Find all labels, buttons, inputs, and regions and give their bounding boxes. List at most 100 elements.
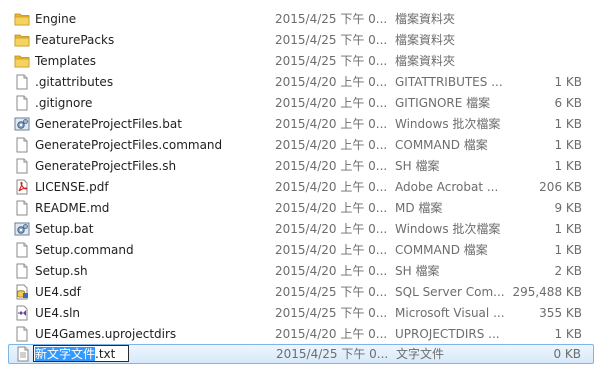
- file-name: Setup.sh: [35, 264, 88, 278]
- file-name: Engine: [35, 12, 77, 26]
- document-icon: [14, 158, 30, 174]
- file-type: Windows 批次檔案: [395, 222, 501, 236]
- file-row[interactable]: Engine 2015/4/25 下午 0... 檔案資料夾: [8, 9, 594, 29]
- file-row[interactable]: Templates 2015/4/25 下午 0... 檔案資料夾: [8, 51, 594, 71]
- file-row[interactable]: README.md 2015/4/20 上午 0... MD 檔案 9 KB: [8, 198, 594, 218]
- folder-icon: [14, 32, 30, 48]
- rename-extension: .txt: [95, 347, 116, 361]
- file-size: 9 KB: [554, 201, 582, 215]
- file-row[interactable]: GenerateProjectFiles.command 2015/4/20 上午…: [8, 135, 594, 155]
- file-size: 1 KB: [554, 138, 582, 152]
- file-name: Templates: [35, 54, 97, 68]
- visual-studio-solution-icon: [14, 305, 30, 321]
- file-row[interactable]: UE4.sln 2015/4/25 下午 0... Microsoft Visual…: [8, 303, 594, 323]
- file-row[interactable]: LICENSE.pdf 2015/4/20 上午 0... Adobe Acroba…: [8, 177, 594, 197]
- file-size: 6 KB: [554, 96, 582, 110]
- file-date: 2015/4/20 上午 0...: [275, 96, 388, 110]
- file-type: MD 檔案: [395, 201, 443, 215]
- document-icon: [14, 263, 30, 279]
- file-date: 2015/4/25 下午 0...: [276, 347, 389, 361]
- file-size: 1 KB: [554, 159, 582, 173]
- file-size: 206 KB: [539, 180, 582, 194]
- file-name: GenerateProjectFiles.bat: [35, 117, 182, 131]
- rename-selected-text: 新文字文件: [35, 347, 96, 361]
- document-icon: [14, 137, 30, 153]
- rename-input[interactable]: 新文字文件.txt: [33, 345, 129, 362]
- file-type: GITIGNORE 檔案: [395, 96, 491, 110]
- file-size: 1 KB: [554, 327, 582, 341]
- file-type: SH 檔案: [395, 159, 440, 173]
- file-type: 文字文件: [396, 347, 445, 361]
- file-date: 2015/4/20 上午 0...: [275, 138, 388, 152]
- file-row[interactable]: .gitattributes 2015/4/20 上午 0... GITATTRIB…: [8, 72, 594, 92]
- file-type: SQL Server Com...: [395, 285, 505, 299]
- file-row[interactable]: FeaturePacks 2015/4/25 下午 0... 檔案資料夾: [8, 30, 594, 50]
- file-name: UE4.sdf: [35, 285, 81, 299]
- file-size: 1 KB: [554, 243, 582, 257]
- file-date: 2015/4/20 上午 0...: [275, 117, 388, 131]
- file-date: 2015/4/20 上午 0...: [275, 243, 388, 257]
- file-date: 2015/4/20 上午 0...: [275, 327, 388, 341]
- file-type: 檔案資料夾: [395, 12, 456, 26]
- database-file-icon: [14, 284, 30, 300]
- file-type: Microsoft Visual ...: [395, 306, 505, 320]
- file-size: 1 KB: [554, 117, 582, 131]
- file-date: 2015/4/20 上午 0...: [275, 159, 388, 173]
- file-list: Engine 2015/4/25 下午 0... 檔案資料夾 FeaturePacks…: [0, 0, 597, 378]
- file-date: 2015/4/20 上午 0...: [275, 75, 388, 89]
- file-date: 2015/4/20 上午 0...: [275, 222, 388, 236]
- text-file-icon: [15, 346, 31, 362]
- document-icon: [14, 200, 30, 216]
- file-date: 2015/4/20 上午 0...: [275, 264, 388, 278]
- file-type: SH 檔案: [395, 264, 440, 278]
- document-icon: [14, 242, 30, 258]
- file-name: Setup.command: [35, 243, 134, 257]
- pdf-icon: [14, 179, 30, 195]
- file-row[interactable]: Setup.sh 2015/4/20 上午 0... SH 檔案 2 KB: [8, 261, 594, 281]
- file-row[interactable]: .gitignore 2015/4/20 上午 0... GITIGNORE 檔案 6…: [8, 93, 594, 113]
- file-row[interactable]: UE4Games.uprojectdirs 2015/4/20 上午 0... UP…: [8, 324, 594, 344]
- file-name: .gitignore: [35, 96, 93, 110]
- file-name: .gitattributes: [35, 75, 114, 89]
- file-date: 2015/4/25 下午 0...: [275, 285, 388, 299]
- file-type: Adobe Acrobat ...: [395, 180, 499, 194]
- folder-icon: [14, 11, 30, 27]
- file-row[interactable]: GenerateProjectFiles.sh 2015/4/20 上午 0...…: [8, 156, 594, 176]
- file-row[interactable]: UE4.sdf 2015/4/25 下午 0... SQL Server Com..…: [8, 282, 594, 302]
- file-row[interactable]: Setup.bat 2015/4/20 上午 0... Windows 批次檔案 1 …: [8, 219, 594, 239]
- file-size: 1 KB: [554, 222, 582, 236]
- file-type: GITATTRIBUTES ...: [395, 75, 503, 89]
- file-date: 2015/4/20 上午 0...: [275, 201, 388, 215]
- file-date: 2015/4/25 下午 0...: [275, 306, 388, 320]
- file-row[interactable]: Setup.command 2015/4/20 上午 0... COMMAND 檔案…: [8, 240, 594, 260]
- document-icon: [14, 326, 30, 342]
- batch-file-icon: [14, 116, 30, 132]
- batch-file-icon: [14, 221, 30, 237]
- file-type: COMMAND 檔案: [395, 243, 488, 257]
- file-date: 2015/4/25 下午 0...: [275, 33, 388, 47]
- file-name: README.md: [35, 201, 110, 215]
- file-date: 2015/4/20 上午 0...: [275, 180, 388, 194]
- file-size: 0 KB: [553, 347, 581, 361]
- file-name: GenerateProjectFiles.command: [35, 138, 223, 152]
- file-name: LICENSE.pdf: [35, 180, 109, 194]
- file-type: UPROJECTDIRS ...: [395, 327, 500, 341]
- file-type: COMMAND 檔案: [395, 138, 488, 152]
- file-name: Setup.bat: [35, 222, 94, 236]
- file-name: UE4.sln: [35, 306, 81, 320]
- file-type: 檔案資料夾: [395, 54, 456, 68]
- file-date: 2015/4/25 下午 0...: [275, 12, 388, 26]
- file-size: 1 KB: [554, 75, 582, 89]
- document-icon: [14, 95, 30, 111]
- file-type: 檔案資料夾: [395, 33, 456, 47]
- folder-icon: [14, 53, 30, 69]
- file-name: UE4Games.uprojectdirs: [35, 327, 177, 341]
- file-size: 355 KB: [539, 306, 582, 320]
- file-size: 295,488 KB: [512, 285, 582, 299]
- file-name: GenerateProjectFiles.sh: [35, 159, 177, 173]
- file-type: Windows 批次檔案: [395, 117, 501, 131]
- file-size: 2 KB: [554, 264, 582, 278]
- file-row-renaming[interactable]: 新文字文件.txt 2015/4/25 下午 0... 文字文件 0 KB: [8, 344, 594, 364]
- file-row[interactable]: GenerateProjectFiles.bat 2015/4/20 上午 0..…: [8, 114, 594, 134]
- file-name: FeaturePacks: [35, 33, 115, 47]
